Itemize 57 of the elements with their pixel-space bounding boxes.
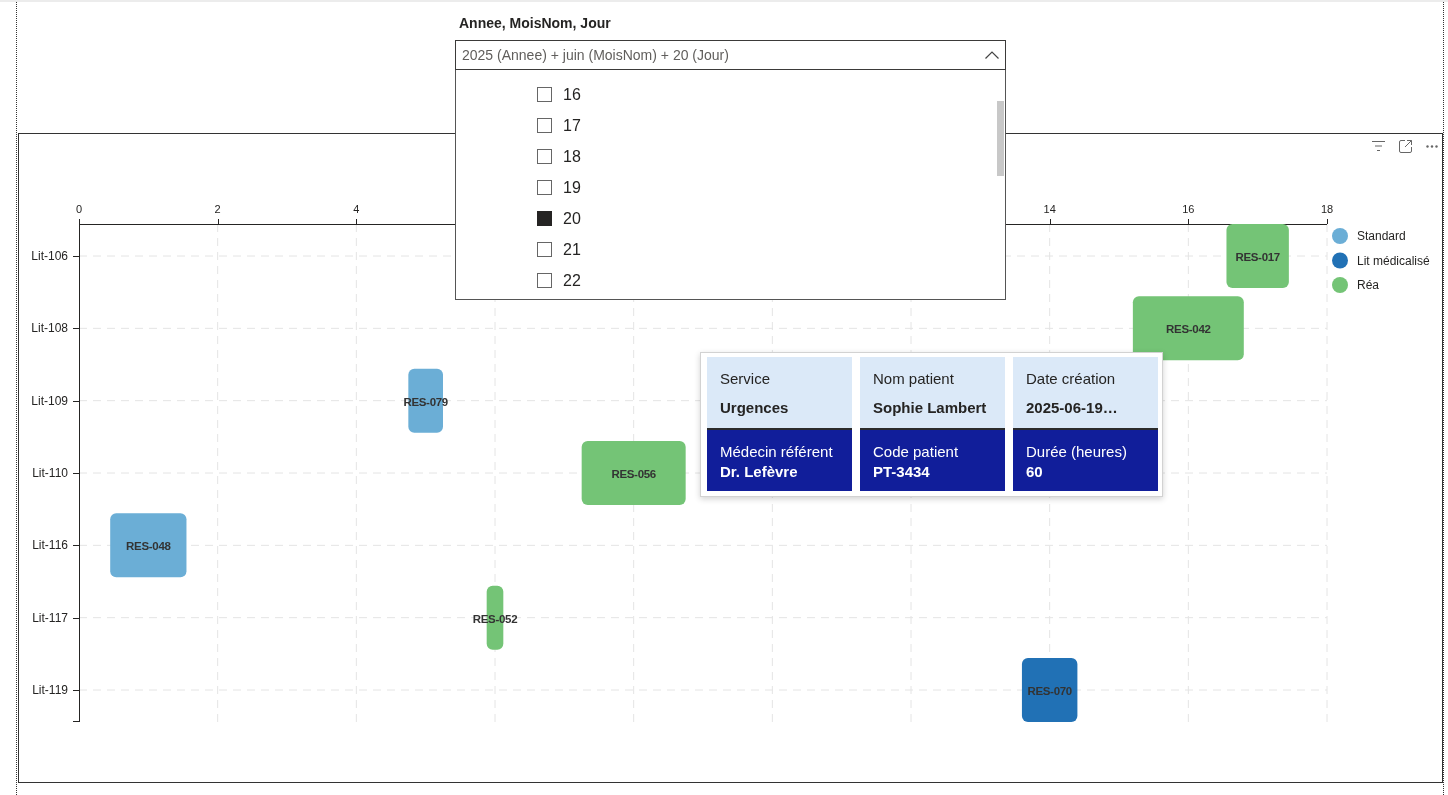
- field-value: 2025-06-19…: [1026, 399, 1119, 417]
- field-label: Nom patient: [873, 370, 955, 388]
- checkbox[interactable]: [537, 87, 552, 102]
- checkbox[interactable]: [537, 149, 552, 164]
- axis-tick-label: 14: [1043, 203, 1056, 215]
- axis-category-label: Lit-109: [31, 393, 68, 408]
- field-value: 60: [1026, 463, 1044, 481]
- axis-tick-label: 2: [214, 203, 221, 215]
- bar-label: RES-048: [126, 540, 171, 553]
- field-label: Service: [720, 370, 772, 388]
- checkbox[interactable]: [537, 180, 552, 195]
- gantt-bar[interactable]: [1021, 658, 1078, 722]
- filter-icon[interactable]: [1372, 141, 1385, 151]
- bar-label: RES-056: [611, 468, 656, 480]
- slicer-option[interactable]: 18: [537, 146, 581, 167]
- checkbox[interactable]: [537, 211, 552, 226]
- expand-icon[interactable]: [1399, 139, 1412, 153]
- axis-category-label: Lit-108: [31, 321, 68, 336]
- field-label: Médecin référent: [720, 443, 834, 461]
- field-value: PT-3434: [873, 463, 931, 481]
- slicer-option[interactable]: 17: [537, 115, 581, 136]
- scrollbar[interactable]: [997, 101, 1004, 176]
- field-value: Sophie Lambert: [873, 399, 988, 417]
- legend-label: Standard: [1357, 229, 1406, 243]
- legend-label: Réa: [1357, 278, 1379, 292]
- axis-category-label: Lit-119: [32, 683, 68, 697]
- gantt-bar[interactable]: [1226, 224, 1289, 288]
- field-label: Date création: [1026, 370, 1117, 388]
- bar-label: RES-070: [1027, 685, 1072, 697]
- bar-label: RES-042: [1166, 323, 1211, 336]
- dropdown-field[interactable]: 2025 (Annee) + juin (MoisNom) + 20 (Jour): [455, 40, 1006, 70]
- axis-category-label: Lit-116: [32, 538, 68, 553]
- slicer-title: Annee, MoisNom, Jour: [459, 14, 611, 32]
- slicer-option[interactable]: 21: [537, 239, 581, 260]
- slicer-option[interactable]: 19: [537, 177, 581, 198]
- slicer-option[interactable]: 20: [537, 208, 581, 229]
- checkbox[interactable]: [537, 242, 552, 257]
- legend-label: Lit médicalisé: [1357, 253, 1430, 268]
- axis-category-label: Lit-117: [32, 610, 68, 625]
- field-label: Durée (heures): [1026, 443, 1128, 461]
- gantt-bar[interactable]: [1132, 296, 1244, 361]
- slicer-option[interactable]: 22: [537, 270, 581, 291]
- field-label: Code patient: [873, 443, 960, 461]
- axis-category-label: Lit-106: [31, 249, 68, 263]
- checkbox[interactable]: [537, 118, 552, 133]
- axis-tick-label: 16: [1182, 203, 1195, 215]
- axis-tick-label: 18: [1320, 203, 1334, 215]
- slicer-option[interactable]: 16: [537, 84, 581, 105]
- field-value: Urgences: [720, 399, 790, 417]
- gantt-bar[interactable]: [110, 513, 187, 578]
- axis-category-label: Lit-110: [32, 466, 68, 480]
- field-value: Dr. Lefèvre: [720, 463, 799, 481]
- more-options-icon[interactable]: [1426, 144, 1438, 148]
- axis-tick-label: 0: [75, 203, 83, 215]
- bar-label: RES-017: [1235, 251, 1280, 263]
- checkbox[interactable]: [537, 273, 552, 288]
- axis-tick-label: 4: [353, 203, 360, 215]
